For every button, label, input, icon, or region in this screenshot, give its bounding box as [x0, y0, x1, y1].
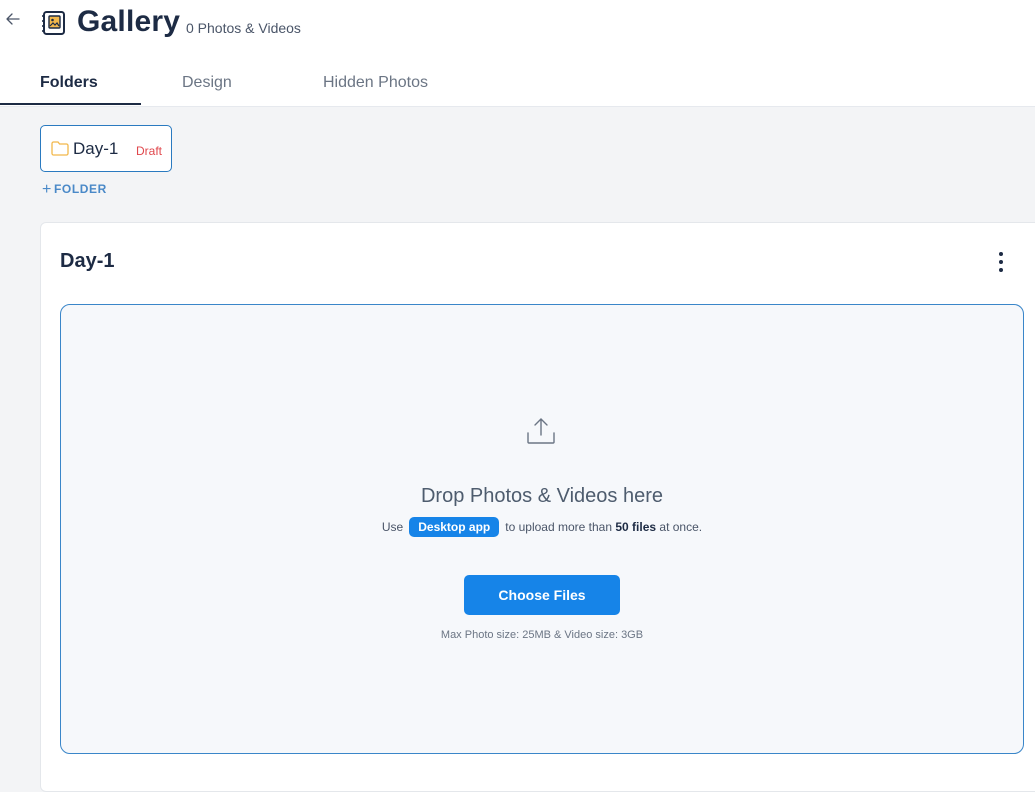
tab-folders[interactable]: Folders	[40, 74, 98, 92]
size-limits: Max Photo size: 25MB & Video size: 3GB	[440, 629, 644, 641]
add-folder-button[interactable]: + FOLDER	[42, 181, 107, 199]
tab-design[interactable]: Design	[182, 74, 232, 92]
add-folder-label: FOLDER	[53, 182, 107, 196]
more-vertical-icon[interactable]	[993, 252, 1009, 276]
photo-album-icon	[41, 10, 67, 36]
media-count: 0 Photos & Videos	[186, 20, 301, 36]
tab-bar: Folders Design Hidden Photos	[0, 60, 1035, 107]
dropzone-title: Drop Photos & Videos here	[420, 485, 663, 507]
hint-middle: to upload more than	[505, 520, 612, 534]
main-content: Day-1 Draft + FOLDER Day-1 Drop Photos & …	[0, 107, 1035, 792]
hint-prefix: Use	[381, 520, 404, 534]
page-title: Gallery	[77, 5, 181, 38]
dropzone-hint: Use Desktop app to upload more than 50 fil…	[61, 517, 1023, 537]
desktop-app-button[interactable]: Desktop app	[409, 517, 500, 537]
folder-name: Day-1	[73, 139, 119, 158]
tab-hidden-photos[interactable]: Hidden Photos	[323, 74, 428, 92]
hint-file-limit: 50 files	[615, 520, 657, 534]
folder-icon	[51, 141, 69, 161]
draft-badge: Draft	[136, 144, 163, 158]
plus-icon: +	[42, 181, 52, 198]
folder-card-title: Day-1	[60, 250, 115, 272]
page-header: Gallery 0 Photos & Videos Folders Design…	[0, 0, 1035, 107]
upload-dropzone[interactable]: Drop Photos & Videos here Use Desktop app…	[60, 304, 1024, 754]
folder-card: Day-1 Drop Photos & Videos here Use Deskt…	[40, 222, 1035, 792]
active-tab-indicator	[0, 103, 141, 105]
arrow-left-icon[interactable]	[4, 10, 22, 28]
folder-chip-day-1[interactable]: Day-1 Draft	[40, 125, 172, 172]
hint-suffix: at once.	[659, 520, 703, 534]
choose-files-button[interactable]: Choose Files	[464, 575, 620, 615]
upload-icon	[525, 415, 557, 452]
